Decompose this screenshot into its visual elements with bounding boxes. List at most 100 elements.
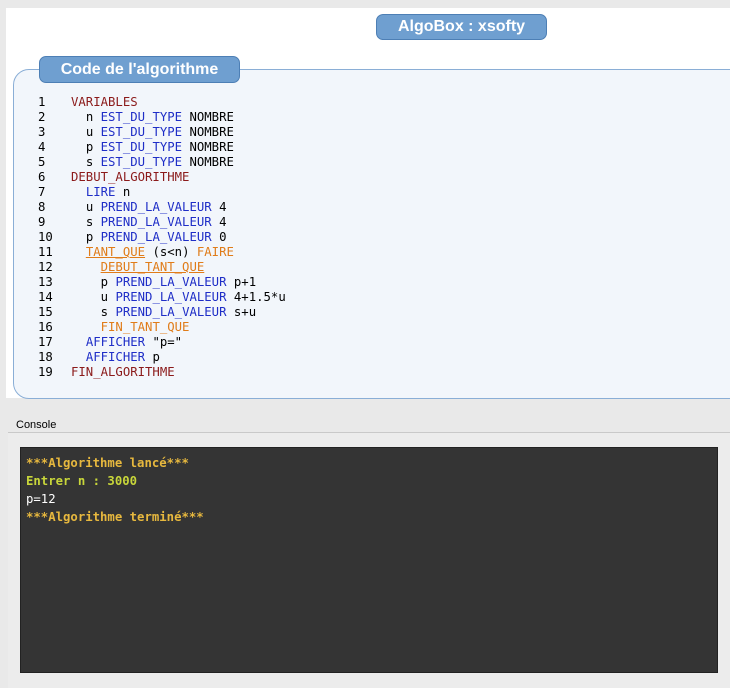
code-token: PREND_LA_VALEUR <box>100 200 212 214</box>
code-line: 12 DEBUT_TANT_QUE <box>38 260 286 275</box>
line-number: 8 <box>38 200 46 214</box>
code-token: NOMBRE <box>182 110 234 124</box>
code-line: 6 DEBUT_ALGORITHME <box>38 170 286 185</box>
console-output: ***Algorithme lancé*** Entrer n : 3000 p=1… <box>20 447 718 673</box>
console-line: ***Algorithme lancé*** <box>26 456 189 470</box>
code-token: EST_DU_TYPE <box>100 140 183 154</box>
code-token: EST_DU_TYPE <box>100 155 183 169</box>
code-token: s+u <box>226 305 257 319</box>
code-token: s <box>85 155 101 169</box>
code-token: "p=" <box>145 335 183 349</box>
line-number: 5 <box>38 155 46 169</box>
code-line: 4 p EST_DU_TYPE NOMBRE <box>38 140 286 155</box>
code-token: n <box>115 185 131 199</box>
line-number: 3 <box>38 125 46 139</box>
line-number: 9 <box>38 215 46 229</box>
code-token: FIN_TANT_QUE <box>100 320 190 334</box>
line-number: 18 <box>38 350 53 364</box>
code-token: n <box>85 110 101 124</box>
code-token: TANT_QUE <box>85 245 146 259</box>
code-token: FAIRE <box>196 245 234 259</box>
line-number: 12 <box>38 260 53 274</box>
line-number: 16 <box>38 320 53 334</box>
code-token: LIRE <box>85 185 116 199</box>
code-token: p+1 <box>226 275 257 289</box>
code-line: 3 u EST_DU_TYPE NOMBRE <box>38 125 286 140</box>
line-number: 6 <box>38 170 46 184</box>
code-line: 10 p PREND_LA_VALEUR 0 <box>38 230 286 245</box>
code-token: p <box>85 230 101 244</box>
code-token: VARIABLES <box>71 95 138 109</box>
code-token: s <box>85 215 101 229</box>
code-line: 1 VARIABLES <box>38 95 286 110</box>
code-token: EST_DU_TYPE <box>100 125 183 139</box>
code-line: 15 s PREND_LA_VALEUR s+u <box>38 305 286 320</box>
code-token: NOMBRE <box>182 125 234 139</box>
line-number: 13 <box>38 275 53 289</box>
code-line: 16 FIN_TANT_QUE <box>38 320 286 335</box>
line-number: 15 <box>38 305 53 319</box>
console-line: p=12 <box>26 492 56 506</box>
console-line: Entrer n : 3000 <box>26 474 138 488</box>
code-line: 11 TANT_QUE (s<n) FAIRE <box>38 245 286 260</box>
code-token: p <box>100 275 116 289</box>
code-line: 17 AFFICHER "p=" <box>38 335 286 350</box>
console-label: Console <box>16 419 57 431</box>
code-token: AFFICHER <box>85 350 146 364</box>
code-line: 13 p PREND_LA_VALEUR p+1 <box>38 275 286 290</box>
line-number: 2 <box>38 110 46 124</box>
code-token: NOMBRE <box>182 155 234 169</box>
line-number: 19 <box>38 365 53 379</box>
code-line: 14 u PREND_LA_VALEUR 4+1.5*u <box>38 290 286 305</box>
code-token: PREND_LA_VALEUR <box>100 215 212 229</box>
code-line: 7 LIRE n <box>38 185 286 200</box>
line-number: 7 <box>38 185 46 199</box>
code-token: (s<n) <box>145 245 197 259</box>
code-line: 5 s EST_DU_TYPE NOMBRE <box>38 155 286 170</box>
code-token: PREND_LA_VALEUR <box>115 305 227 319</box>
line-number: 1 <box>38 95 46 109</box>
code-token: u <box>100 290 116 304</box>
code-token: PREND_LA_VALEUR <box>115 290 227 304</box>
code-token: DEBUT_ALGORITHME <box>71 170 190 184</box>
code-token: 0 <box>211 230 227 244</box>
line-number: 10 <box>38 230 53 244</box>
code-token: u <box>85 200 101 214</box>
code-token: 4+1.5*u <box>226 290 286 304</box>
code-token: PREND_LA_VALEUR <box>115 275 227 289</box>
code-token: NOMBRE <box>182 140 234 154</box>
code-listing: 1 VARIABLES 2 n EST_DU_TYPE NOMBRE 3 u EST_… <box>38 95 286 380</box>
console-line: ***Algorithme terminé*** <box>26 510 204 524</box>
code-token: s <box>100 305 116 319</box>
code-token: EST_DU_TYPE <box>100 110 183 124</box>
code-token: FIN_ALGORITHME <box>71 365 175 379</box>
code-token: u <box>85 125 101 139</box>
code-token: 4 <box>211 215 227 229</box>
line-number: 14 <box>38 290 53 304</box>
code-line: 18 AFFICHER p <box>38 350 286 365</box>
code-line: 19 FIN_ALGORITHME <box>38 365 286 380</box>
code-line: 2 n EST_DU_TYPE NOMBRE <box>38 110 286 125</box>
code-token: p <box>85 140 101 154</box>
code-line: 9 s PREND_LA_VALEUR 4 <box>38 215 286 230</box>
code-token: PREND_LA_VALEUR <box>100 230 212 244</box>
code-line: 8 u PREND_LA_VALEUR 4 <box>38 200 286 215</box>
app-title: AlgoBox : xsofty <box>376 14 547 40</box>
code-token: AFFICHER <box>85 335 146 349</box>
code-panel-tab[interactable]: Code de l'algorithme <box>39 56 240 83</box>
code-token: p <box>145 350 160 364</box>
line-number: 4 <box>38 140 46 154</box>
